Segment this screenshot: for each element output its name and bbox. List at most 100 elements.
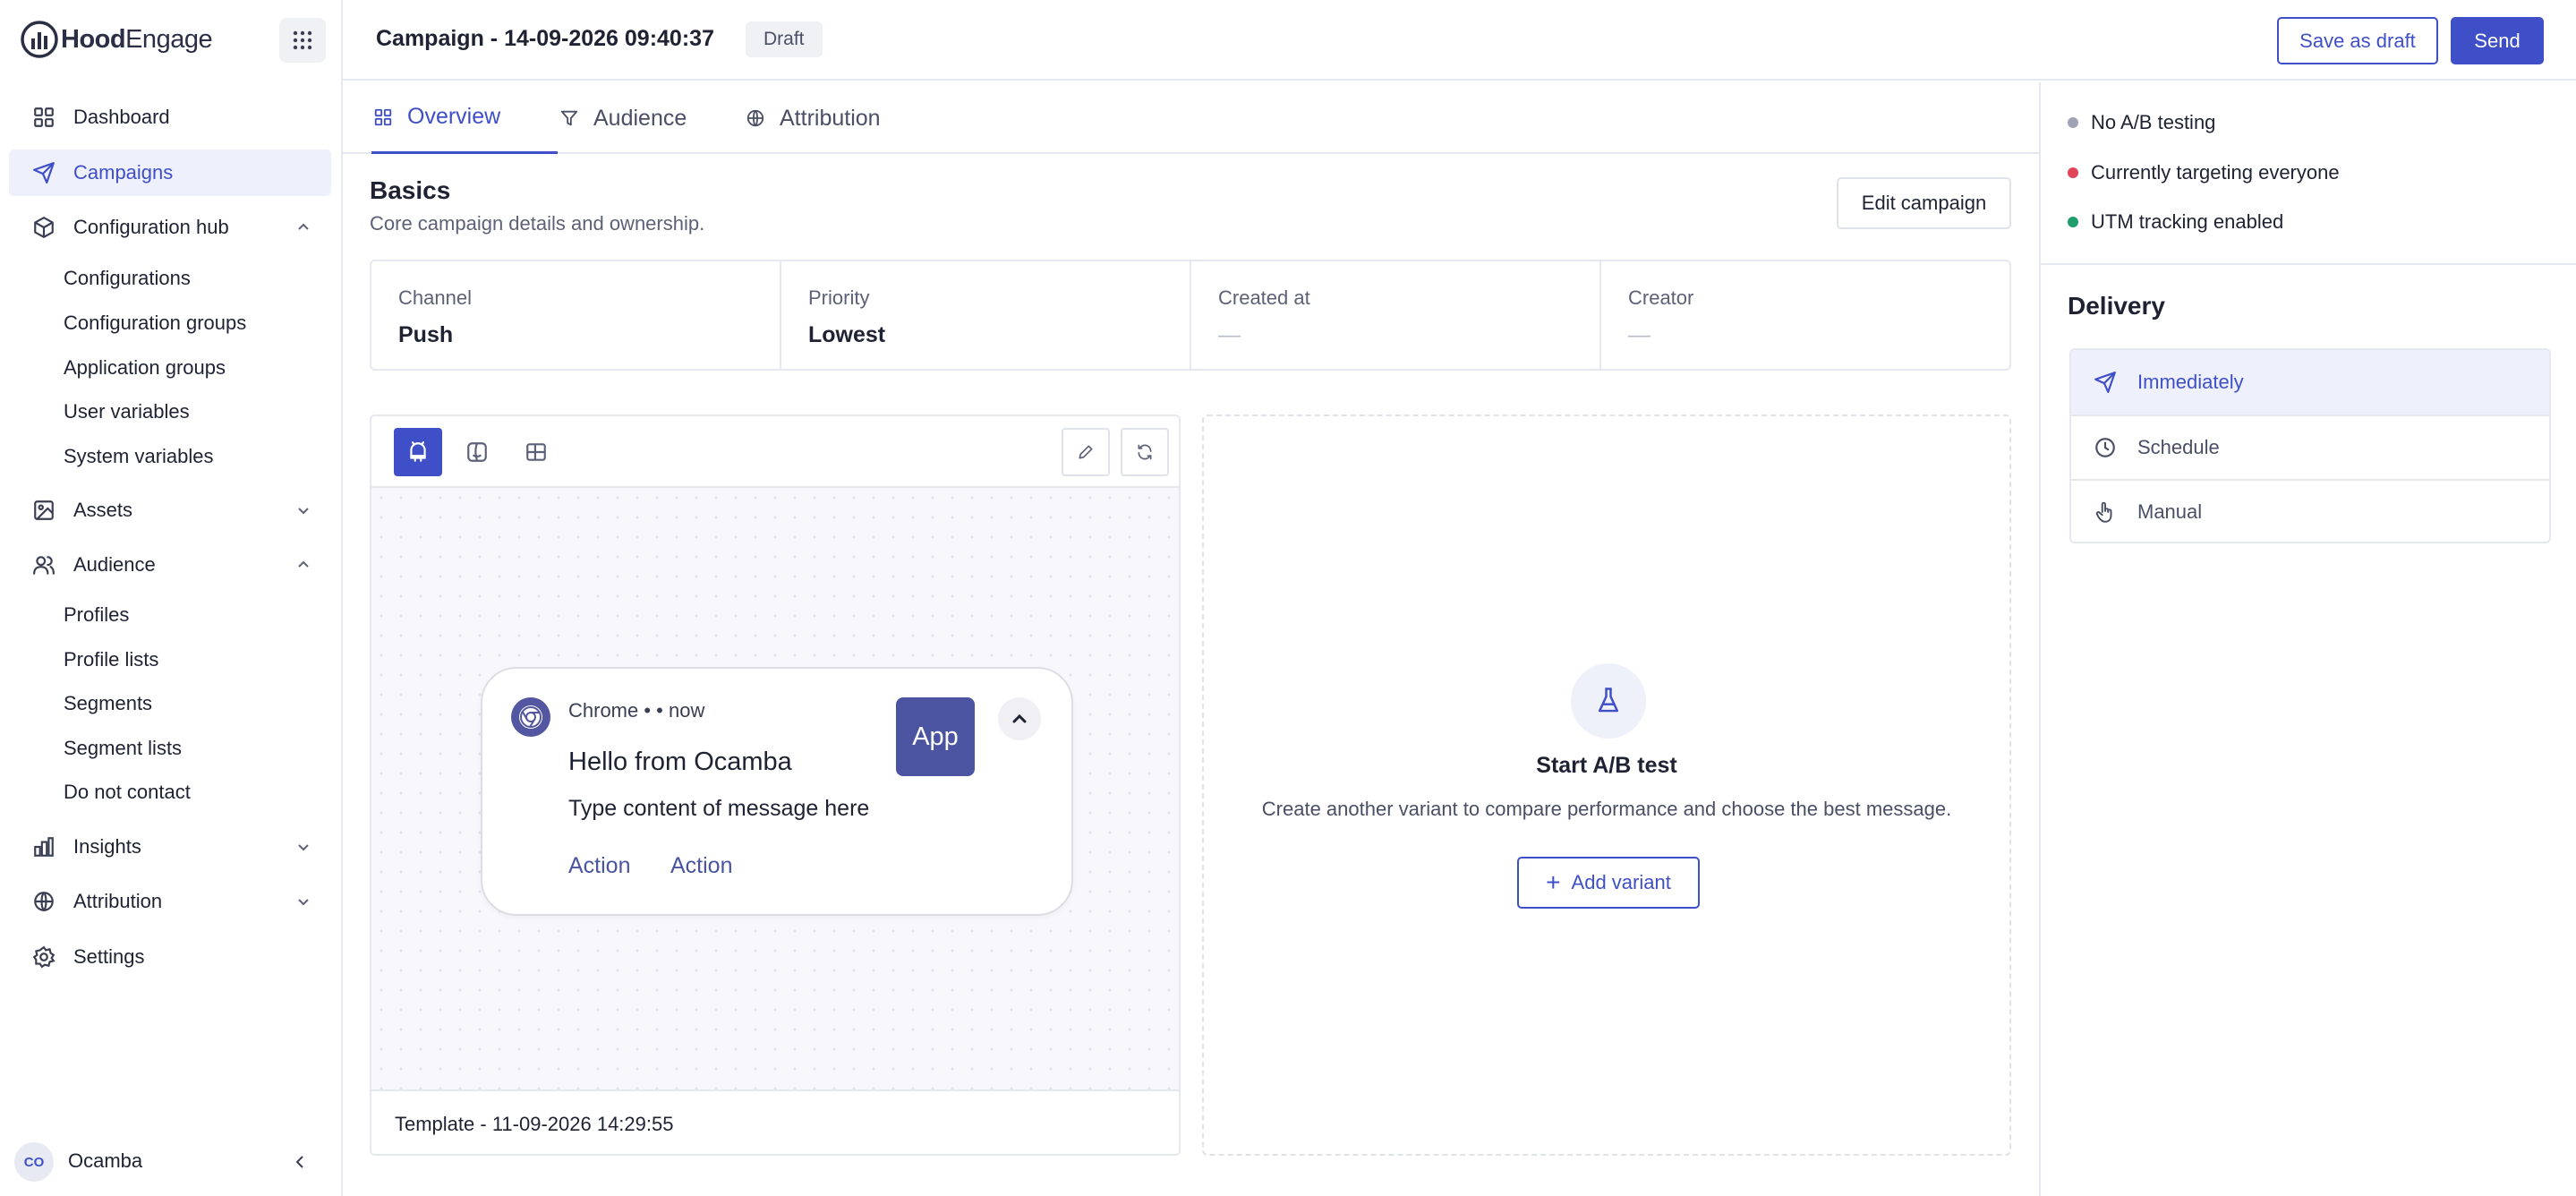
brand-logo[interactable]: HoodEngage	[20, 20, 213, 59]
delivery-option-schedule[interactable]: Schedule	[2071, 414, 2549, 479]
macos-preview-button[interactable]	[453, 428, 501, 476]
status-dot	[2068, 167, 2078, 178]
tab-label: Attribution	[780, 105, 881, 131]
preview-toolbar	[371, 416, 1179, 488]
windows-preview-button[interactable]	[512, 428, 560, 476]
detail-creator: Creator —	[1601, 261, 2009, 369]
ab-test-title: Start A/B test	[1536, 753, 1677, 778]
hand-pointer-icon	[2093, 500, 2118, 525]
add-variant-button[interactable]: + Add variant	[1517, 857, 1700, 909]
tab-audience[interactable]: Audience	[558, 82, 687, 154]
delivery-option-label: Immediately	[2137, 371, 2244, 393]
android-icon	[410, 441, 426, 462]
status-text: UTM tracking enabled	[2091, 210, 2284, 233]
sidebar-item-campaigns[interactable]: Campaigns	[9, 150, 331, 196]
chevron-left-icon[interactable]	[292, 1153, 310, 1171]
chevron-up-icon	[1012, 713, 1027, 723]
detail-channel: Channel Push	[371, 261, 781, 369]
sidebar-subitem-segment-lists[interactable]: Segment lists	[64, 737, 182, 760]
status-dot	[2068, 117, 2078, 128]
sidebar-subitem-configurations[interactable]: Configurations	[64, 267, 191, 290]
refresh-preview-button[interactable]	[1121, 428, 1169, 476]
edit-preview-button[interactable]	[1062, 428, 1110, 476]
refresh-icon	[1138, 444, 1152, 460]
windows-icon	[526, 443, 546, 461]
sidebar-subitem-do-not-contact[interactable]: Do not contact	[64, 781, 191, 804]
sidebar-subitem-profile-lists[interactable]: Profile lists	[64, 648, 158, 671]
page-header: Campaign - 14-09-2026 09:40:37 Draft Sav…	[343, 0, 2576, 81]
save-as-draft-button[interactable]: Save as draft	[2277, 17, 2438, 64]
pencil-icon	[1079, 445, 1093, 459]
sidebar-subitem-system-variables[interactable]: System variables	[64, 445, 214, 468]
sidebar-item-attribution[interactable]: Attribution	[9, 878, 331, 925]
ab-test-description: Create another variant to compare perfor…	[1261, 798, 1952, 820]
users-icon	[31, 552, 56, 577]
delivery-option-label: Schedule	[2137, 436, 2220, 458]
campaign-summary-panel: No A/B testing Currently targeting every…	[2039, 82, 2576, 1196]
sidebar-item-label: Configuration hub	[73, 216, 229, 238]
sidebar-item-dashboard[interactable]: Dashboard	[9, 94, 331, 141]
status-dot	[2068, 217, 2078, 227]
sidebar-item-label: Campaigns	[73, 161, 174, 184]
apps-grid-button[interactable]	[279, 18, 326, 63]
detail-value: Lowest	[808, 322, 886, 347]
sidebar-item-configuration-hub[interactable]: Configuration hub	[9, 204, 331, 251]
user-name: Ocamba	[68, 1149, 143, 1172]
sidebar-item-audience[interactable]: Audience	[9, 542, 331, 588]
campaign-details: Channel Push Priority Lowest Created at …	[370, 260, 2011, 371]
gear-icon	[31, 944, 56, 970]
chevron-up-icon	[298, 560, 309, 568]
tab-attribution[interactable]: Attribution	[744, 82, 881, 154]
user-menu[interactable]: CO Ocamba	[0, 1132, 341, 1185]
sidebar-item-settings[interactable]: Settings	[9, 934, 331, 980]
message-preview-card: Chrome • • now Hello from Ocamba Type co…	[370, 414, 1181, 1156]
edit-campaign-button[interactable]: Edit campaign	[1837, 177, 2011, 229]
android-preview-button[interactable]	[394, 428, 442, 476]
detail-created-at: Created at —	[1191, 261, 1601, 369]
sidebar-item-assets[interactable]: Assets	[9, 487, 331, 534]
notification-title: Hello from Ocamba	[568, 748, 792, 776]
globe-icon	[744, 107, 767, 130]
status-ab-testing: No A/B testing	[2068, 111, 2215, 134]
flask-icon	[1571, 663, 1646, 739]
brand-name: HoodEngage	[61, 24, 213, 54]
detail-priority: Priority Lowest	[781, 261, 1191, 369]
sidebar-item-insights[interactable]: Insights	[9, 824, 331, 870]
sidebar-subitem-profiles[interactable]: Profiles	[64, 603, 129, 627]
sidebar-item-label: Audience	[73, 553, 156, 576]
sidebar-subitem-segments[interactable]: Segments	[64, 692, 152, 715]
chevron-down-icon	[298, 899, 309, 906]
detail-label: Created at	[1218, 286, 1310, 309]
delivery-title: Delivery	[2068, 292, 2165, 320]
status-targeting: Currently targeting everyone	[2068, 161, 2340, 184]
sidebar-subitem-application-groups[interactable]: Application groups	[64, 356, 226, 380]
bar-chart-icon	[31, 834, 56, 859]
status-text: Currently targeting everyone	[2091, 161, 2340, 184]
template-name: Template - 11-09-2026 14:29:55	[395, 1113, 674, 1135]
section-subtitle: Core campaign details and ownership.	[370, 212, 705, 235]
sidebar-subitem-user-variables[interactable]: User variables	[64, 400, 190, 423]
collapse-notification-button	[998, 697, 1041, 740]
divider	[2041, 263, 2576, 265]
sidebar-subitem-configuration-groups[interactable]: Configuration groups	[64, 312, 246, 335]
sidebar-item-label: Dashboard	[73, 106, 170, 128]
sidebar-item-label: Assets	[73, 499, 133, 521]
status-text: No A/B testing	[2091, 111, 2216, 133]
tab-overview[interactable]: Overview	[371, 82, 558, 154]
plus-icon: +	[1546, 868, 1561, 896]
sidebar: HoodEngage Dashboard Campaigns Configura…	[0, 0, 343, 1196]
send-button[interactable]: Send	[2451, 17, 2544, 64]
push-notification-preview: Chrome • • now Hello from Ocamba Type co…	[481, 667, 1073, 916]
grid-icon	[31, 105, 56, 130]
detail-value: —	[1218, 322, 1241, 347]
ab-test-card: Start A/B test Create another variant to…	[1202, 414, 2011, 1156]
detail-label: Priority	[808, 286, 870, 309]
delivery-option-manual[interactable]: Manual	[2071, 479, 2549, 542]
filter-icon	[558, 107, 581, 130]
grid-icon	[371, 106, 395, 129]
image-icon	[31, 498, 56, 523]
notification-action-1: Action	[568, 853, 631, 878]
avatar: CO	[14, 1142, 54, 1182]
delivery-option-immediately[interactable]: Immediately	[2071, 350, 2549, 414]
tab-label: Audience	[593, 105, 687, 131]
